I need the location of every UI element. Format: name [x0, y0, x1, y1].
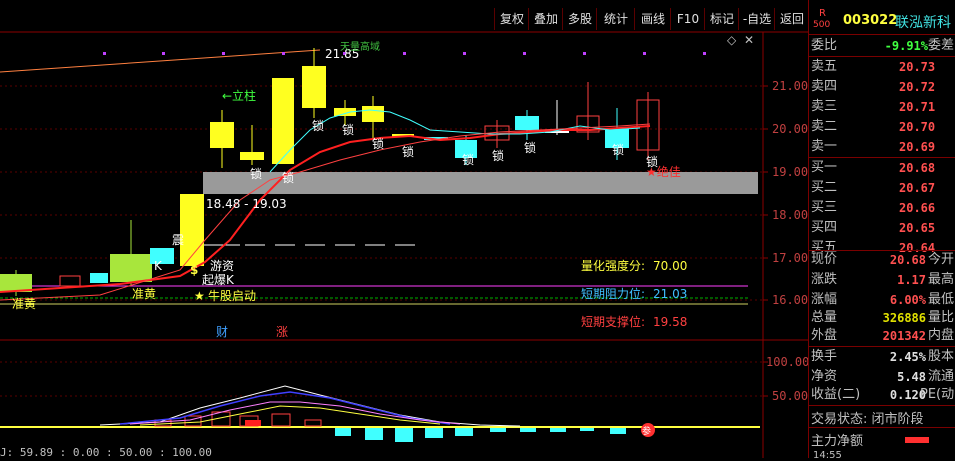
k-label: K — [154, 259, 163, 273]
price-axis-label: 16.00 — [772, 293, 808, 307]
biaoji-button[interactable]: 标记 — [704, 8, 739, 30]
stat-row: 现价 20.68 今开 — [811, 252, 955, 267]
qidong-label: 牛股启动 — [208, 288, 256, 303]
price-axis-label: 20.00 — [772, 122, 808, 136]
stat2-row: 收益(二) 0.120 PE(动 — [811, 387, 955, 402]
close-icon: ✕ — [744, 33, 754, 47]
indicator-axis-label: 100.00 — [766, 355, 808, 369]
qibao-label: 起爆K — [202, 273, 235, 287]
lizhu-label: ←立柱 — [222, 88, 256, 103]
resistance-label: 短期阻力位: — [581, 286, 645, 301]
zixuan-button[interactable]: -自选 — [738, 8, 775, 30]
buy-row: 买一 20.68 — [811, 160, 936, 175]
f10-button[interactable]: F10 — [670, 8, 705, 30]
resistance-value: 21.03 — [653, 287, 687, 301]
sell-row: 卖五 20.73 — [811, 59, 936, 74]
diamond-icon: ◇ — [727, 33, 737, 47]
duogu-button[interactable]: 多股 — [562, 8, 597, 30]
fanhui-button[interactable]: 返回 — [774, 8, 809, 30]
stat-row: 涨幅 6.00% 最低 — [811, 292, 955, 307]
strength-label: 量化强度分: — [581, 258, 645, 273]
zhen-label: 震 — [172, 233, 184, 247]
stock-code: 003022 — [843, 13, 898, 28]
cai-label: 财 — [216, 325, 228, 339]
price-axis-label: 21.00 — [772, 79, 808, 93]
suo-label: 锁 — [342, 122, 354, 137]
sell-row: 卖四 20.72 — [811, 79, 936, 94]
stat2-row: 换手 2.45% 股本 — [811, 349, 955, 364]
buy-row: 买四 20.65 — [811, 220, 936, 235]
svg-text:参: 参 — [642, 425, 651, 437]
suo-label: 锁 — [402, 144, 414, 159]
range-label: 18.48 - 19.03 — [206, 197, 287, 211]
time-label: 14:55 — [813, 450, 842, 461]
buy-row: 买三 20.66 — [811, 200, 936, 215]
diejia-button[interactable]: 叠加 — [528, 8, 563, 30]
stat2-row: 净资 5.48 流通 — [811, 369, 955, 384]
star-icon: ★ — [194, 289, 205, 303]
suo-label: 锁 — [282, 170, 294, 185]
suo-label: 锁 — [612, 142, 624, 157]
candlestick-chart[interactable]: 21.00 20.00 19.00 18.00 17.00 16.00 100.… — [0, 0, 808, 458]
weibi-row: 委比 -9.91% 委差 — [811, 38, 955, 53]
support-value: 19.58 — [653, 315, 687, 329]
suo-label: 锁 — [250, 166, 262, 181]
suo-label: 锁 — [492, 148, 504, 163]
price-axis-label: 17.00 — [772, 251, 808, 265]
signal-dots — [103, 52, 706, 55]
indicator-axis-label: 50.00 — [772, 389, 808, 403]
suo-label: 锁 — [372, 136, 384, 151]
buy-row: 买二 20.67 — [811, 180, 936, 195]
zhunhuang-label: 准黄 — [132, 287, 156, 301]
toolbar: 复权 叠加 多股 统计 画线 F10 标记 -自选 返回 — [0, 8, 808, 30]
stat-row: 外盘 201342 内盘 — [811, 328, 955, 343]
support-label: 短期支撑位: — [581, 314, 645, 329]
candle — [272, 78, 294, 164]
sell-row: 卖二 20.70 — [811, 119, 936, 134]
ma-red — [0, 125, 651, 293]
stock-name: 联泓新科 — [895, 15, 951, 31]
sell-row: 卖一 20.69 — [811, 139, 936, 154]
tongji-button[interactable]: 统计 — [596, 8, 635, 30]
rating-logo: R 500 — [811, 8, 839, 34]
stat-row: 总量 326886 量比 — [811, 310, 955, 325]
sell-row: 卖三 20.71 — [811, 99, 936, 114]
price-axis-label: 18.00 — [772, 208, 808, 222]
zhang-label: 涨 — [276, 324, 288, 339]
price-axis-label: 19.00 — [772, 165, 808, 179]
dollar-label: $ — [190, 263, 198, 277]
suo-label: 锁 — [312, 118, 324, 133]
high-note: 天量高域 — [340, 40, 380, 53]
candle — [90, 273, 108, 283]
candle — [59, 275, 81, 287]
suo-label: 锁 — [462, 152, 474, 167]
juejia-label: ★绝佳 — [646, 164, 681, 179]
suo-label: 锁 — [524, 140, 536, 155]
youzi-label: 游资 — [210, 259, 234, 273]
trade-status: 交易状态: 闭市阶段 — [811, 412, 924, 427]
strength-value: 70.00 — [653, 259, 687, 273]
huaxian-button[interactable]: 画线 — [634, 8, 671, 30]
zhunhuang-label: 准黄 — [12, 297, 36, 311]
stat-row: 涨跌 1.17 最高 — [811, 272, 955, 287]
indicator-readout: J: 59.89 : 0.00 : 50.00 : 100.00 — [0, 446, 212, 458]
quote-panel: R 500 003022 联泓新科 委比 -9.91% 委差 卖五 20.73 卖… — [808, 0, 955, 461]
net-inflow-bar — [905, 437, 929, 443]
fuquan-button[interactable]: 复权 — [494, 8, 529, 30]
net-inflow-label: 主力净额 — [811, 434, 864, 449]
trend-line — [0, 49, 321, 73]
